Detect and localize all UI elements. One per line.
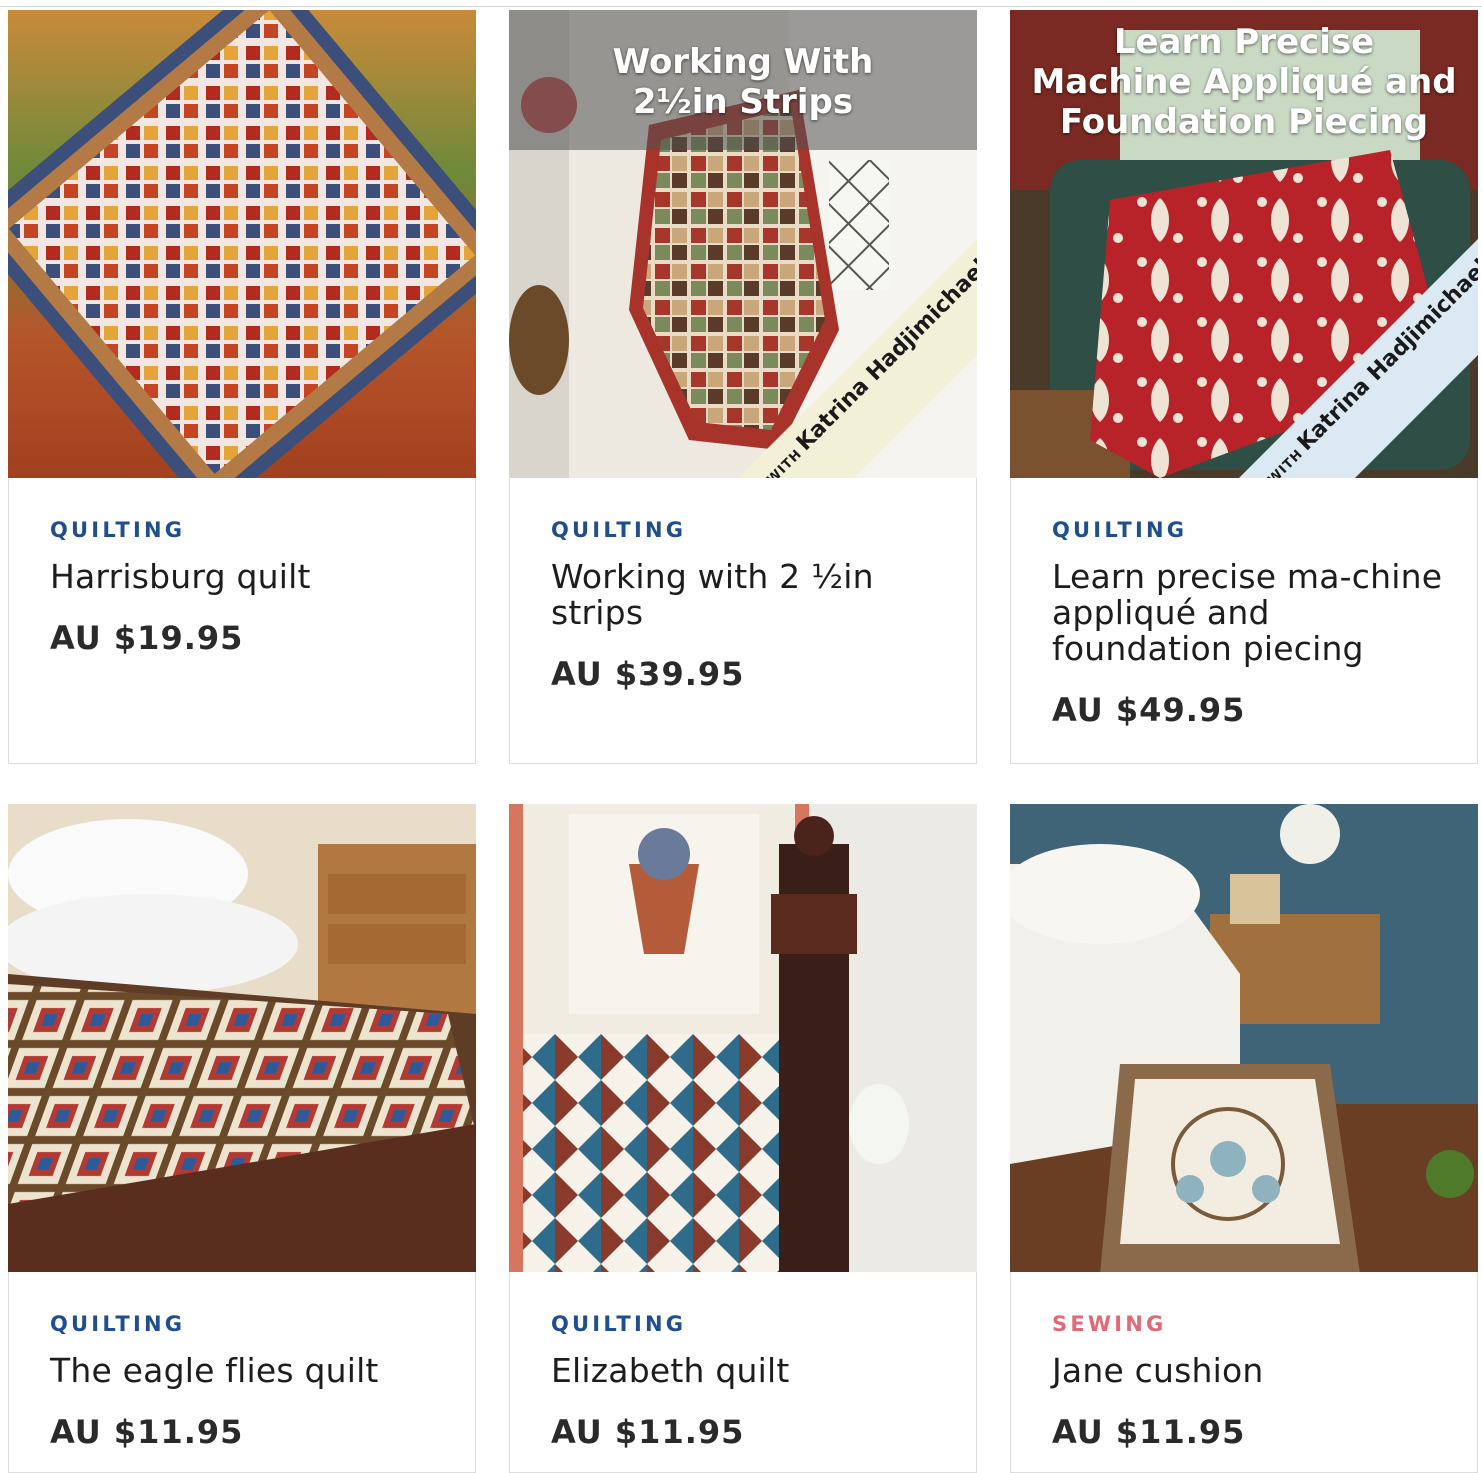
product-price: AU $49.95: [1052, 691, 1246, 729]
product-image[interactable]: Learn Precise Machine Appliqué and Found…: [1010, 10, 1478, 478]
product-price: AU $11.95: [50, 1413, 244, 1451]
product-info: QUILTING Learn precise ma-chine appliqué…: [1052, 517, 1447, 729]
product-info: QUILTING Harrisburg quilt AU $19.95: [50, 517, 445, 657]
product-title[interactable]: Elizabeth quilt: [551, 1353, 946, 1389]
product-image[interactable]: [1010, 804, 1478, 1272]
product-category[interactable]: SEWING: [1052, 1311, 1447, 1337]
product-info: QUILTING Working with 2 ½in strips AU $3…: [551, 517, 946, 693]
product-card[interactable]: Learn Precise Machine Appliqué and Found…: [1010, 10, 1478, 764]
product-image[interactable]: [8, 804, 476, 1272]
quilt-photo-icon: [8, 804, 476, 1272]
image-title: Learn Precise Machine Appliqué and Found…: [1031, 22, 1457, 142]
product-card[interactable]: QUILTING The eagle flies quilt AU $11.95: [8, 804, 476, 1473]
product-title[interactable]: The eagle flies quilt: [50, 1353, 445, 1389]
product-category[interactable]: QUILTING: [50, 517, 445, 543]
cushion-photo-icon: [1010, 804, 1478, 1272]
product-title[interactable]: Jane cushion: [1052, 1353, 1447, 1389]
product-info: SEWING Jane cushion AU $11.95: [1052, 1311, 1447, 1451]
product-image[interactable]: Working With 2½in Strips WITHKatrina Had…: [509, 10, 977, 478]
product-image[interactable]: [509, 804, 977, 1272]
product-title[interactable]: Harrisburg quilt: [50, 559, 445, 595]
product-card[interactable]: QUILTING Harrisburg quilt AU $19.95: [8, 10, 476, 764]
product-info: QUILTING The eagle flies quilt AU $11.95: [50, 1311, 445, 1451]
top-divider: [0, 6, 1482, 7]
product-category[interactable]: QUILTING: [1052, 517, 1447, 543]
product-info: QUILTING Elizabeth quilt AU $11.95: [551, 1311, 946, 1451]
product-card[interactable]: SEWING Jane cushion AU $11.95: [1010, 804, 1478, 1473]
product-title[interactable]: Learn precise ma-chine appliqué and foun…: [1052, 559, 1447, 667]
product-category[interactable]: QUILTING: [551, 517, 946, 543]
product-card[interactable]: QUILTING Elizabeth quilt AU $11.95: [509, 804, 977, 1473]
image-title: Working With 2½in Strips: [612, 42, 874, 122]
product-image[interactable]: [8, 10, 476, 478]
product-title[interactable]: Working with 2 ½in strips: [551, 559, 946, 631]
quilt-photo-icon: [509, 804, 977, 1272]
product-price: AU $11.95: [1052, 1413, 1246, 1451]
quilt-photo-icon: [8, 10, 476, 478]
product-card[interactable]: Working With 2½in Strips WITHKatrina Had…: [509, 10, 977, 764]
product-price: AU $39.95: [551, 655, 745, 693]
product-category[interactable]: QUILTING: [551, 1311, 946, 1337]
product-category[interactable]: QUILTING: [50, 1311, 445, 1337]
product-price: AU $11.95: [551, 1413, 745, 1451]
product-price: AU $19.95: [50, 619, 244, 657]
